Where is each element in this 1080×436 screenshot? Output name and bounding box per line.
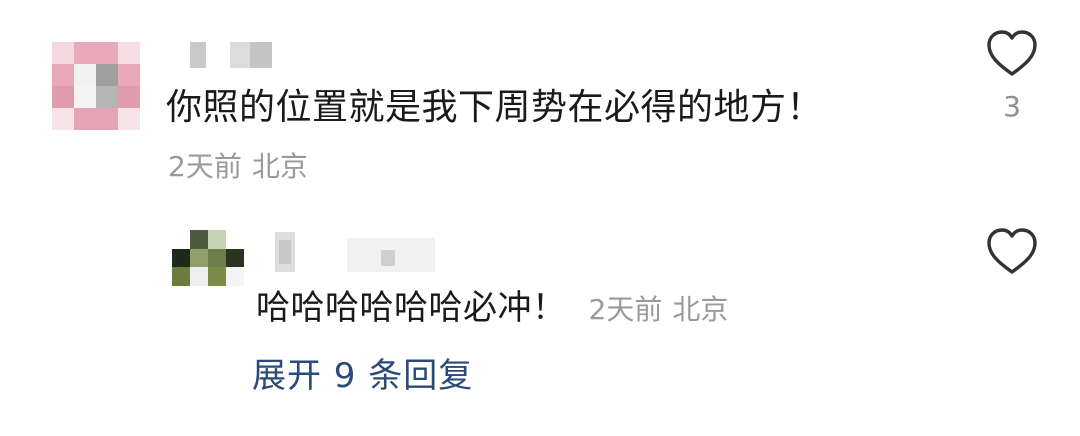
reply-username-blurred[interactable] <box>275 232 435 272</box>
comment-meta: 2天前 北京 <box>168 150 308 184</box>
reply-time: 2天前 <box>588 293 663 326</box>
heart-outline-icon <box>987 228 1037 274</box>
heart-outline-icon <box>987 30 1037 76</box>
username-blurred[interactable] <box>190 42 280 68</box>
reply-line: 哈哈哈哈哈哈必冲！ 2天前 北京 <box>256 286 728 336</box>
reply-meta: 2天前 北京 <box>589 293 729 326</box>
like-button[interactable] <box>984 28 1040 78</box>
comment-thread: 你照的位置就是我下周势在必得的地方！ 2天前 北京 3 哈哈哈哈哈哈必冲！ 2天前北… <box>0 0 1080 436</box>
reply-avatar[interactable] <box>172 230 244 286</box>
comment-text: 你照的位置就是我下周势在必得的地方！ <box>166 87 824 128</box>
reply-like-button[interactable] <box>984 226 1040 276</box>
reply-location: 北京 <box>672 293 729 326</box>
like-count: 3 <box>1003 90 1021 123</box>
reply-text: 哈哈哈哈哈哈必冲！ <box>256 288 567 328</box>
avatar[interactable] <box>52 42 140 130</box>
comment-location: 北京 <box>251 150 308 183</box>
expand-replies-link[interactable]: 展开 9 条回复 <box>252 354 473 398</box>
comment-time: 2天前 <box>168 150 242 183</box>
